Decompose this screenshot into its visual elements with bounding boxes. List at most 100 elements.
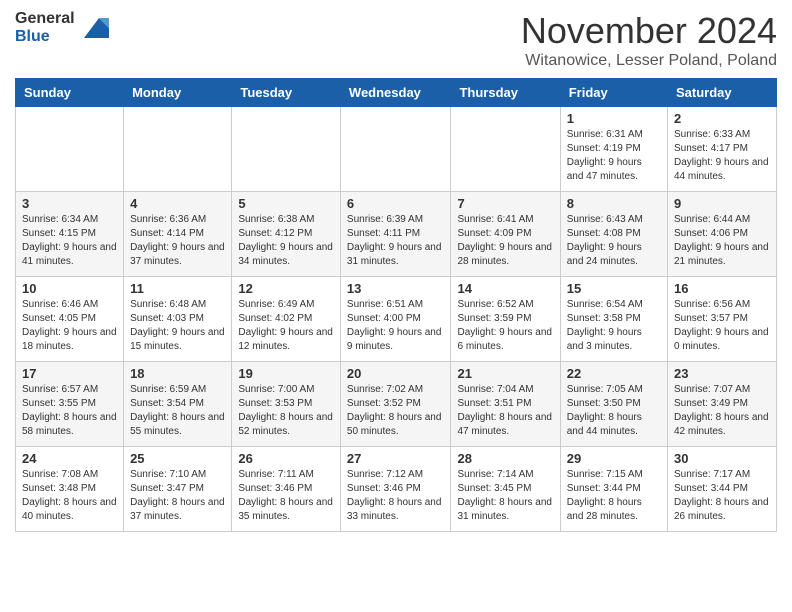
day-number: 28 — [457, 451, 553, 466]
header-sunday: Sunday — [16, 79, 124, 107]
header-monday: Monday — [124, 79, 232, 107]
day-info: Sunrise: 7:08 AMSunset: 3:48 PMDaylight:… — [22, 468, 117, 524]
day-info: Sunrise: 7:07 AMSunset: 3:49 PMDaylight:… — [674, 383, 770, 439]
day-number: 6 — [347, 196, 445, 211]
calendar-cell — [232, 107, 341, 192]
day-number: 13 — [347, 281, 445, 296]
location: Witanowice, Lesser Poland, Poland — [521, 52, 777, 70]
day-number: 17 — [22, 366, 117, 381]
day-info: Sunrise: 7:10 AMSunset: 3:47 PMDaylight:… — [130, 468, 225, 524]
day-info: Sunrise: 6:38 AMSunset: 4:12 PMDaylight:… — [238, 213, 334, 269]
calendar-cell: 25Sunrise: 7:10 AMSunset: 3:47 PMDayligh… — [124, 447, 232, 532]
calendar-cell: 19Sunrise: 7:00 AMSunset: 3:53 PMDayligh… — [232, 362, 341, 447]
calendar-cell: 28 Sunrise: 7:14 AMSunset: 3:45 PMDayligh… — [451, 447, 560, 532]
calendar-cell: 27 Sunrise: 7:12 AMSunset: 3:46 PMDayligh… — [340, 447, 451, 532]
day-number: 3 — [22, 196, 117, 211]
day-info: Sunrise: 6:43 AMSunset: 4:08 PMDaylight:… — [567, 213, 661, 269]
day-info: Sunrise: 6:33 AMSunset: 4:17 PMDaylight:… — [674, 128, 770, 184]
day-info: Sunrise: 6:41 AMSunset: 4:09 PMDaylight:… — [457, 213, 553, 269]
day-info: Sunrise: 6:48 AMSunset: 4:03 PMDaylight:… — [130, 298, 225, 354]
day-number: 21 — [457, 366, 553, 381]
calendar-cell: 3 Sunrise: 6:34 AMSunset: 4:15 PMDaylight… — [16, 192, 124, 277]
logo-text: General Blue — [15, 10, 75, 46]
calendar-week-row: 1 Sunrise: 6:31 AMSunset: 4:19 PMDaylight… — [16, 107, 777, 192]
calendar-table: Sunday Monday Tuesday Wednesday Thursday… — [15, 78, 777, 532]
day-info: Sunrise: 7:05 AMSunset: 3:50 PMDaylight:… — [567, 383, 661, 439]
day-info: Sunrise: 7:14 AMSunset: 3:45 PMDaylight:… — [457, 468, 553, 524]
day-number: 8 — [567, 196, 661, 211]
calendar-week-row: 3 Sunrise: 6:34 AMSunset: 4:15 PMDaylight… — [16, 192, 777, 277]
day-info: Sunrise: 7:04 AMSunset: 3:51 PMDaylight:… — [457, 383, 553, 439]
day-number: 30 — [674, 451, 770, 466]
day-info: Sunrise: 6:57 AMSunset: 3:55 PMDaylight:… — [22, 383, 117, 439]
calendar-cell: 22Sunrise: 7:05 AMSunset: 3:50 PMDayligh… — [560, 362, 667, 447]
calendar-cell: 18 Sunrise: 6:59 AMSunset: 3:54 PMDayligh… — [124, 362, 232, 447]
calendar-week-row: 24Sunrise: 7:08 AMSunset: 3:48 PMDayligh… — [16, 447, 777, 532]
calendar-cell: 2 Sunrise: 6:33 AMSunset: 4:17 PMDaylight… — [668, 107, 777, 192]
calendar-cell: 16Sunrise: 6:56 AMSunset: 3:57 PMDayligh… — [668, 277, 777, 362]
calendar-cell: 11 Sunrise: 6:48 AMSunset: 4:03 PMDayligh… — [124, 277, 232, 362]
day-number: 18 — [130, 366, 225, 381]
day-info: Sunrise: 6:31 AMSunset: 4:19 PMDaylight:… — [567, 128, 661, 184]
calendar-cell: 26 Sunrise: 7:11 AMSunset: 3:46 PMDayligh… — [232, 447, 341, 532]
day-number: 26 — [238, 451, 334, 466]
calendar-cell: 15Sunrise: 6:54 AMSunset: 3:58 PMDayligh… — [560, 277, 667, 362]
header-friday: Friday — [560, 79, 667, 107]
logo-general: General — [15, 10, 75, 28]
calendar-cell: 23Sunrise: 7:07 AMSunset: 3:49 PMDayligh… — [668, 362, 777, 447]
day-number: 10 — [22, 281, 117, 296]
calendar-cell: 24Sunrise: 7:08 AMSunset: 3:48 PMDayligh… — [16, 447, 124, 532]
day-number: 5 — [238, 196, 334, 211]
logo-icon — [79, 13, 109, 43]
calendar-cell — [16, 107, 124, 192]
day-info: Sunrise: 7:02 AMSunset: 3:52 PMDaylight:… — [347, 383, 445, 439]
calendar-cell: 8 Sunrise: 6:43 AMSunset: 4:08 PMDaylight… — [560, 192, 667, 277]
day-number: 1 — [567, 111, 661, 126]
calendar-cell — [124, 107, 232, 192]
day-number: 27 — [347, 451, 445, 466]
calendar-cell: 9Sunrise: 6:44 AMSunset: 4:06 PMDaylight… — [668, 192, 777, 277]
day-info: Sunrise: 6:56 AMSunset: 3:57 PMDaylight:… — [674, 298, 770, 354]
day-number: 19 — [238, 366, 334, 381]
calendar-cell: 12 Sunrise: 6:49 AMSunset: 4:02 PMDayligh… — [232, 277, 341, 362]
day-info: Sunrise: 7:11 AMSunset: 3:46 PMDaylight:… — [238, 468, 334, 524]
day-info: Sunrise: 7:15 AMSunset: 3:44 PMDaylight:… — [567, 468, 661, 524]
logo-blue: Blue — [15, 28, 75, 46]
calendar-cell: 30 Sunrise: 7:17 AMSunset: 3:44 PMDayligh… — [668, 447, 777, 532]
day-info: Sunrise: 7:12 AMSunset: 3:46 PMDaylight:… — [347, 468, 445, 524]
day-info: Sunrise: 6:49 AMSunset: 4:02 PMDaylight:… — [238, 298, 334, 354]
day-info: Sunrise: 6:52 AMSunset: 3:59 PMDaylight:… — [457, 298, 553, 354]
calendar-week-row: 10 Sunrise: 6:46 AMSunset: 4:05 PMDayligh… — [16, 277, 777, 362]
day-info: Sunrise: 6:59 AMSunset: 3:54 PMDaylight:… — [130, 383, 225, 439]
day-number: 20 — [347, 366, 445, 381]
day-number: 4 — [130, 196, 225, 211]
day-info: Sunrise: 6:36 AMSunset: 4:14 PMDaylight:… — [130, 213, 225, 269]
header-wednesday: Wednesday — [340, 79, 451, 107]
day-info: Sunrise: 7:17 AMSunset: 3:44 PMDaylight:… — [674, 468, 770, 524]
calendar-cell: 10 Sunrise: 6:46 AMSunset: 4:05 PMDayligh… — [16, 277, 124, 362]
calendar-cell: 6 Sunrise: 6:39 AMSunset: 4:11 PMDaylight… — [340, 192, 451, 277]
logo: General Blue — [15, 10, 109, 46]
calendar-cell: 7 Sunrise: 6:41 AMSunset: 4:09 PMDaylight… — [451, 192, 560, 277]
day-info: Sunrise: 6:54 AMSunset: 3:58 PMDaylight:… — [567, 298, 661, 354]
calendar-week-row: 17 Sunrise: 6:57 AMSunset: 3:55 PMDayligh… — [16, 362, 777, 447]
header-tuesday: Tuesday — [232, 79, 341, 107]
calendar-cell: 5 Sunrise: 6:38 AMSunset: 4:12 PMDaylight… — [232, 192, 341, 277]
page-container: General Blue November 2024 Witanowice, L… — [0, 0, 792, 542]
day-info: Sunrise: 6:39 AMSunset: 4:11 PMDaylight:… — [347, 213, 445, 269]
day-info: Sunrise: 6:46 AMSunset: 4:05 PMDaylight:… — [22, 298, 117, 354]
header-saturday: Saturday — [668, 79, 777, 107]
calendar-cell: 20 Sunrise: 7:02 AMSunset: 3:52 PMDayligh… — [340, 362, 451, 447]
calendar-cell — [451, 107, 560, 192]
day-info: Sunrise: 6:34 AMSunset: 4:15 PMDaylight:… — [22, 213, 117, 269]
calendar-header-row: Sunday Monday Tuesday Wednesday Thursday… — [16, 79, 777, 107]
day-number: 12 — [238, 281, 334, 296]
day-number: 2 — [674, 111, 770, 126]
day-number: 7 — [457, 196, 553, 211]
calendar-cell: 29 Sunrise: 7:15 AMSunset: 3:44 PMDayligh… — [560, 447, 667, 532]
month-title: November 2024 — [521, 10, 777, 52]
day-number: 29 — [567, 451, 661, 466]
day-number: 11 — [130, 281, 225, 296]
calendar-cell: 4 Sunrise: 6:36 AMSunset: 4:14 PMDaylight… — [124, 192, 232, 277]
day-number: 9 — [674, 196, 770, 211]
